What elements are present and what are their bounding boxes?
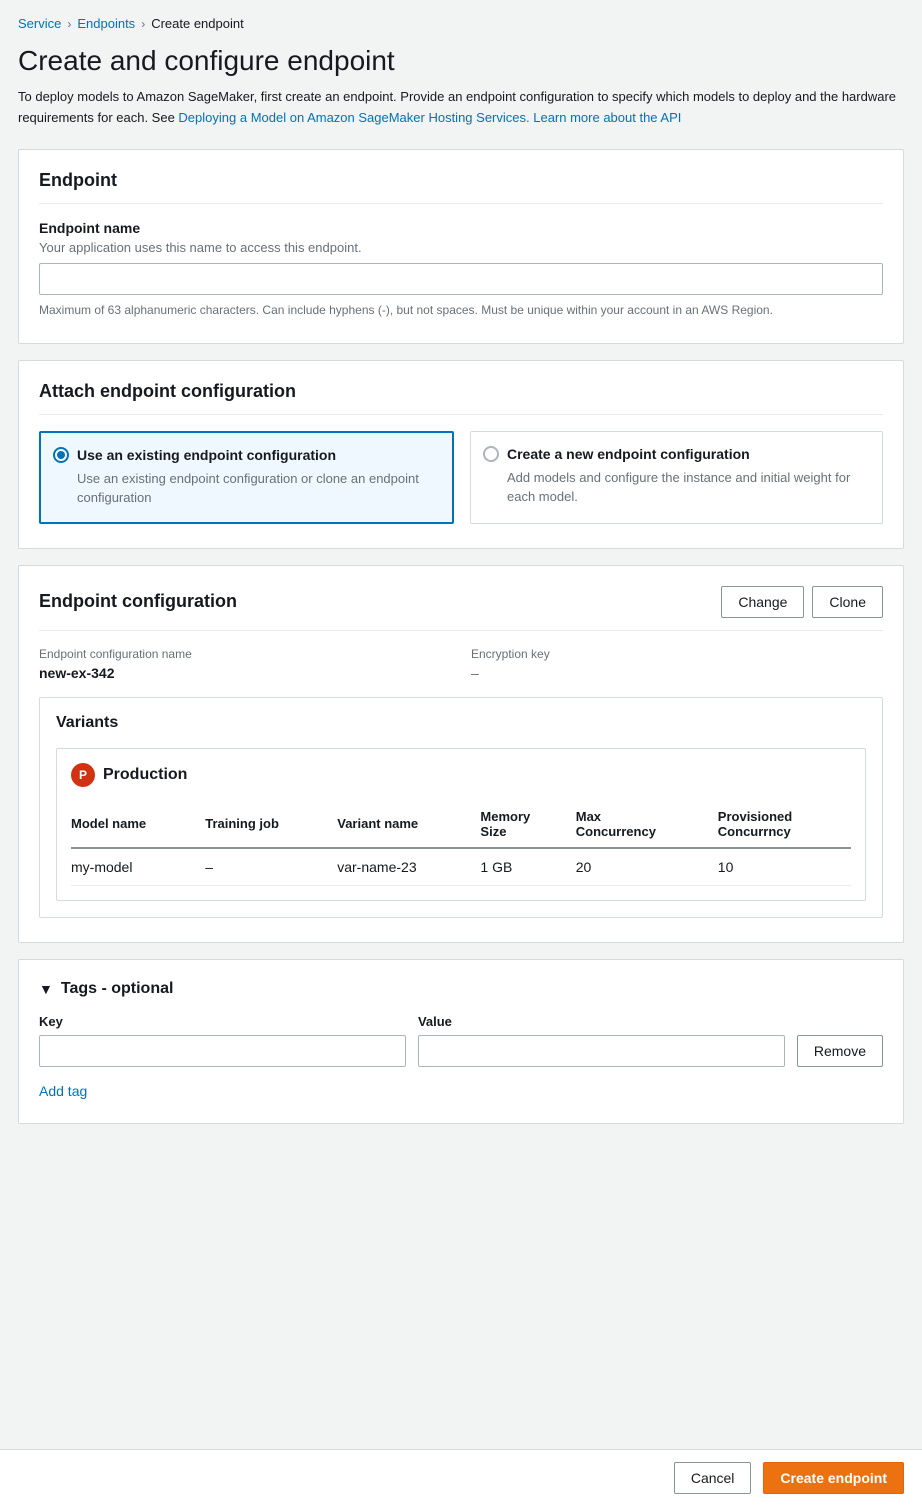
tags-row: Key Value Remove (39, 1014, 883, 1067)
config-details: Endpoint configuration name new-ex-342 E… (39, 647, 883, 681)
link-deploying[interactable]: Deploying a Model on Amazon SageMaker Ho… (178, 110, 529, 125)
radio-option-existing[interactable]: Use an existing endpoint configuration U… (39, 431, 454, 524)
page-description: To deploy models to Amazon SageMaker, fi… (18, 87, 904, 129)
config-header: Endpoint configuration Change Clone (39, 586, 883, 631)
variants-section: Variants P Production Model name Trainin… (39, 697, 883, 918)
cell-model-name: my-model (71, 848, 205, 886)
variants-title: Variants (56, 714, 866, 732)
config-section-title: Endpoint configuration (39, 591, 237, 612)
page-title: Create and configure endpoint (18, 45, 904, 77)
radio-option-new-desc: Add models and configure the instance an… (507, 468, 868, 507)
endpoint-config-card: Endpoint configuration Change Clone Endp… (18, 565, 904, 943)
encryption-key-value: – (471, 665, 883, 681)
table-body: my-model – var-name-23 1 GB 20 10 (71, 848, 851, 886)
cell-training-job: – (205, 848, 337, 886)
cell-max-concurrency: 20 (576, 848, 718, 886)
remove-tag-button[interactable]: Remove (797, 1035, 883, 1067)
cell-variant-name: var-name-23 (337, 848, 480, 886)
endpoint-name-label: Endpoint name (39, 220, 883, 236)
encryption-key-detail: Encryption key – (471, 647, 883, 681)
production-header: P Production (71, 763, 851, 787)
breadcrumb-service[interactable]: Service (18, 16, 61, 31)
col-max-concurrency: MaxConcurrency (576, 801, 718, 848)
production-badge: P (71, 763, 95, 787)
cell-provisioned-concurrency: 10 (718, 848, 851, 886)
endpoint-name-input[interactable] (39, 263, 883, 295)
tags-card: ▼ Tags - optional Key Value Remove Add t… (18, 959, 904, 1124)
attach-config-card: Attach endpoint configuration Use an exi… (18, 360, 904, 549)
col-training-job: Training job (205, 801, 337, 848)
table-row: my-model – var-name-23 1 GB 20 10 (71, 848, 851, 886)
footer-actions: Cancel Create endpoint (0, 1449, 922, 1506)
tags-value-label: Value (418, 1014, 785, 1029)
tags-toggle-icon: ▼ (39, 981, 53, 997)
breadcrumb-current: Create endpoint (151, 16, 244, 31)
tags-key-label: Key (39, 1014, 406, 1029)
radio-circle-existing (53, 447, 69, 463)
radio-options: Use an existing endpoint configuration U… (39, 431, 883, 524)
production-title: Production (103, 766, 187, 784)
endpoint-name-constraint: Maximum of 63 alphanumeric characters. C… (39, 301, 883, 319)
clone-button[interactable]: Clone (812, 586, 883, 618)
change-button[interactable]: Change (721, 586, 804, 618)
encryption-key-label: Encryption key (471, 647, 883, 661)
col-model-name: Model name (71, 801, 205, 848)
breadcrumb: Service › Endpoints › Create endpoint (18, 16, 904, 31)
breadcrumb-separator-2: › (141, 17, 145, 31)
breadcrumb-separator-1: › (67, 17, 71, 31)
breadcrumb-endpoints[interactable]: Endpoints (77, 16, 135, 31)
attach-config-title: Attach endpoint configuration (39, 381, 883, 415)
cancel-button[interactable]: Cancel (674, 1462, 752, 1494)
cell-memory-size: 1 GB (480, 848, 575, 886)
create-endpoint-button[interactable]: Create endpoint (763, 1462, 904, 1494)
endpoint-name-hint: Your application uses this name to acces… (39, 240, 883, 255)
col-memory-size: MemorySize (480, 801, 575, 848)
table-header: Model name Training job Variant name Mem… (71, 801, 851, 848)
config-name-label: Endpoint configuration name (39, 647, 451, 661)
link-api[interactable]: Learn more about the API (533, 110, 681, 125)
tags-key-input[interactable] (39, 1035, 406, 1067)
config-name-detail: Endpoint configuration name new-ex-342 (39, 647, 451, 681)
config-name-value: new-ex-342 (39, 665, 451, 681)
variants-table: Model name Training job Variant name Mem… (71, 801, 851, 886)
col-provisioned-concurrency: ProvisionedConcurrncy (718, 801, 851, 848)
radio-circle-new (483, 446, 499, 462)
add-tag-link[interactable]: Add tag (39, 1083, 87, 1099)
tags-header[interactable]: ▼ Tags - optional (39, 980, 883, 998)
production-section: P Production Model name Training job Var… (56, 748, 866, 901)
tags-title: Tags - optional (61, 980, 174, 998)
endpoint-card-title: Endpoint (39, 170, 883, 204)
tags-value-input[interactable] (418, 1035, 785, 1067)
tags-value-field: Value (418, 1014, 785, 1067)
col-variant-name: Variant name (337, 801, 480, 848)
radio-option-existing-title: Use an existing endpoint configuration (77, 447, 336, 463)
radio-option-existing-desc: Use an existing endpoint configuration o… (77, 469, 438, 508)
radio-option-new[interactable]: Create a new endpoint configuration Add … (470, 431, 883, 524)
config-button-group: Change Clone (721, 586, 883, 618)
radio-option-new-title: Create a new endpoint configuration (507, 446, 750, 462)
endpoint-card: Endpoint Endpoint name Your application … (18, 149, 904, 344)
tags-key-field: Key (39, 1014, 406, 1067)
